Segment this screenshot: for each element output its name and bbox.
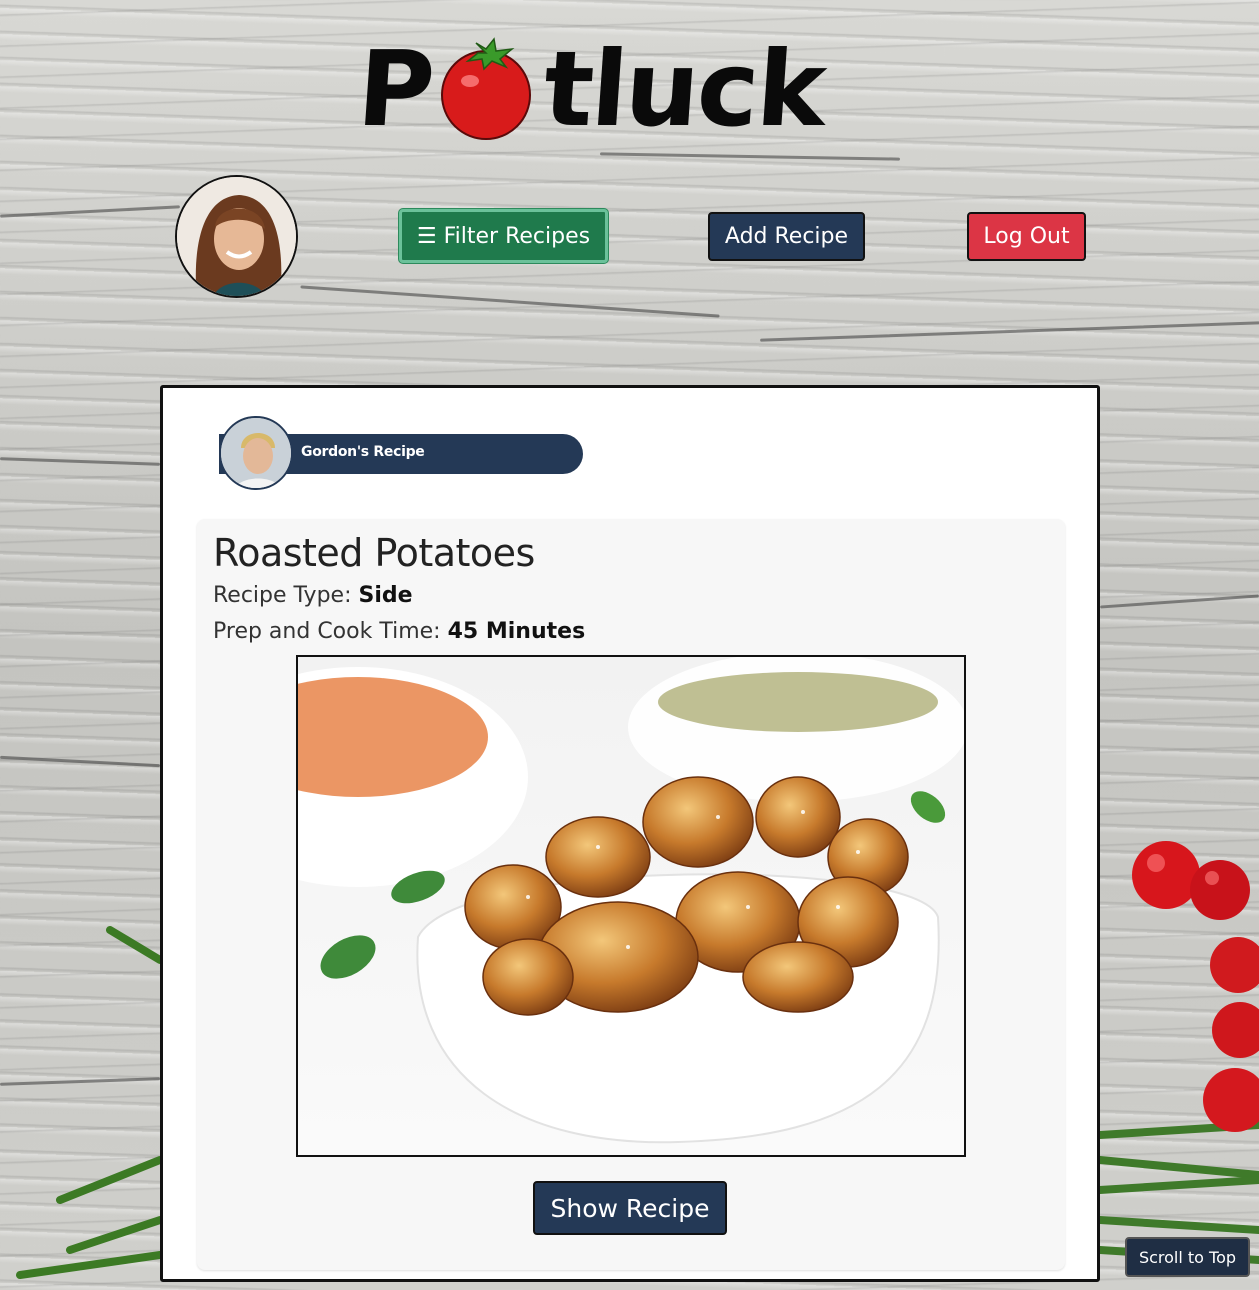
wood-crack (0, 205, 180, 218)
user-portrait-image (177, 177, 296, 296)
recipe-image (296, 655, 966, 1157)
wood-crack (1100, 594, 1259, 609)
wood-crack (0, 457, 161, 466)
wood-crack (599, 152, 901, 161)
filter-recipes-button[interactable]: ☰ Filter Recipes (399, 209, 608, 263)
tomatoes-decoration (1100, 841, 1259, 1264)
add-recipe-button[interactable]: Add Recipe (708, 212, 865, 261)
recipe-time-row: Prep and Cook Time: 45 Minutes (213, 619, 585, 644)
recipe-title: Roasted Potatoes (213, 531, 535, 575)
logo-text-prefix: P (353, 28, 437, 150)
recipe-time-value: 45 Minutes (447, 619, 586, 644)
tomato-icon (441, 37, 532, 140)
chives-decoration (16, 926, 160, 1279)
recipe-type-row: Recipe Type: Side (213, 583, 413, 608)
wood-crack (300, 285, 720, 318)
roasted-potatoes-photo (298, 657, 964, 1155)
show-recipe-button[interactable]: Show Recipe (533, 1181, 727, 1235)
author-name: Gordon's Recipe (301, 444, 425, 460)
recipe-type-label: Recipe Type: (213, 583, 352, 608)
wood-crack (0, 755, 160, 768)
recipe-time-label: Prep and Cook Time: (213, 619, 441, 644)
potluck-logo[interactable]: P tluck (354, 28, 918, 150)
author-avatar (219, 416, 293, 490)
log-out-button[interactable]: Log Out (967, 212, 1086, 261)
scroll-to-top-button[interactable]: Scroll to Top (1125, 1237, 1250, 1277)
author-portrait-image (221, 418, 291, 488)
recipe-card: Gordon's Recipe Roasted Potatoes Recipe … (160, 385, 1100, 1282)
recipe-details: Roasted Potatoes Recipe Type: Side Prep … (197, 519, 1065, 1270)
user-avatar[interactable] (175, 175, 298, 298)
recipe-type-value: Side (358, 583, 413, 608)
wood-crack (760, 321, 1259, 342)
logo-text-suffix: tluck (539, 28, 829, 150)
